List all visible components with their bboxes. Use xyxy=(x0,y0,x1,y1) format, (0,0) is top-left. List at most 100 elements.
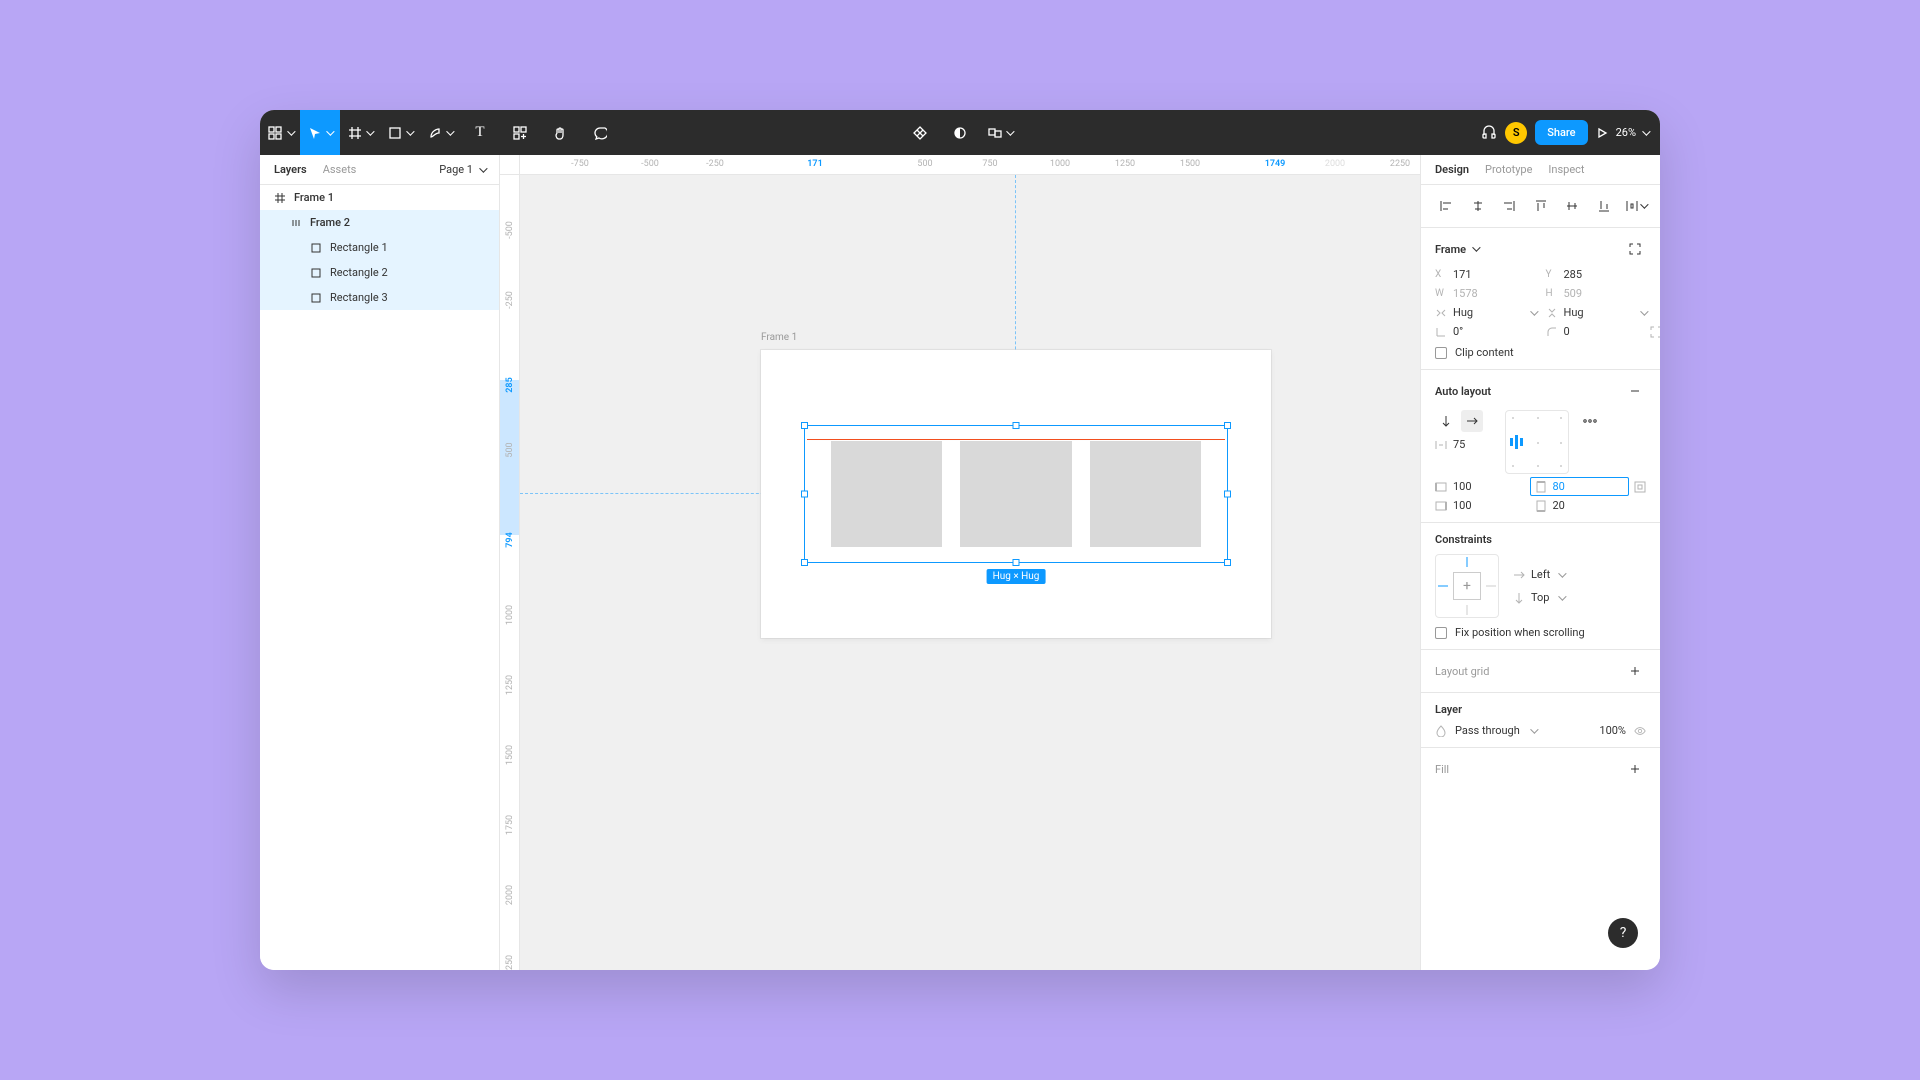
alignment-grid[interactable] xyxy=(1505,410,1569,474)
height-field[interactable]: H509 xyxy=(1546,287,1647,300)
app-window: T S Share 26% Layers xyxy=(260,110,1660,970)
present-button[interactable] xyxy=(1596,110,1608,155)
radius-field[interactable]: 0 xyxy=(1546,325,1647,338)
padding-top-field[interactable]: 80 xyxy=(1530,477,1630,496)
spacing-field[interactable]: 75 xyxy=(1435,438,1495,451)
frame-section-title[interactable]: Frame xyxy=(1435,243,1478,256)
artboard-label[interactable]: Frame 1 xyxy=(761,332,797,343)
radius-icon xyxy=(1546,326,1558,338)
width-mode-field[interactable]: Hug xyxy=(1435,306,1536,319)
padding-left-field[interactable]: 100 xyxy=(1435,480,1525,493)
auto-layout-section: Auto layout 75 xyxy=(1421,370,1660,523)
resize-handle[interactable] xyxy=(801,559,808,566)
layer-rectangle-3[interactable]: Rectangle 3 xyxy=(260,285,499,310)
constraint-v-field[interactable]: Top xyxy=(1513,591,1564,604)
tab-prototype[interactable]: Prototype xyxy=(1485,163,1532,176)
individual-padding-button[interactable] xyxy=(1634,481,1646,493)
auto-layout-title: Auto layout xyxy=(1435,385,1491,398)
share-button[interactable]: Share xyxy=(1535,120,1587,145)
fill-title: Fill xyxy=(1435,763,1449,776)
component-icon[interactable] xyxy=(900,110,940,155)
canvas[interactable]: -750-500-2501715007501000125015001749200… xyxy=(500,155,1420,970)
visibility-icon[interactable] xyxy=(1634,725,1646,737)
remove-auto-layout-button[interactable] xyxy=(1624,380,1646,402)
tab-inspect[interactable]: Inspect xyxy=(1548,163,1584,176)
align-bottom-button[interactable] xyxy=(1593,195,1615,217)
text-tool[interactable]: T xyxy=(460,110,500,155)
ruler-vertical: -500-25028550079410001250150017502000225… xyxy=(500,175,520,970)
independent-corners-button[interactable] xyxy=(1650,326,1660,338)
resize-handle[interactable] xyxy=(1224,559,1231,566)
align-left-button[interactable] xyxy=(1435,195,1457,217)
page-selector[interactable]: Page 1 xyxy=(439,163,485,176)
height-mode-field[interactable]: Hug xyxy=(1546,306,1647,319)
resize-handle[interactable] xyxy=(801,491,808,498)
constraints-section: Constraints + Left Top Fix position when… xyxy=(1421,523,1660,650)
fill-section: Fill xyxy=(1421,748,1660,790)
frame-tool[interactable] xyxy=(340,110,380,155)
avatar[interactable]: S xyxy=(1505,122,1527,144)
layer-frame-2[interactable]: Frame 2 xyxy=(260,210,499,235)
add-layout-grid-button[interactable] xyxy=(1624,660,1646,682)
direction-vertical-button[interactable] xyxy=(1435,410,1457,432)
constraints-widget[interactable]: + xyxy=(1435,554,1499,618)
layer-rectangle-1[interactable]: Rectangle 1 xyxy=(260,235,499,260)
mask-icon[interactable] xyxy=(940,110,980,155)
align-top-button[interactable] xyxy=(1530,195,1552,217)
selection-box[interactable]: Hug × Hug xyxy=(804,425,1228,563)
padding-bottom-field[interactable]: 20 xyxy=(1535,499,1625,512)
rotation-field[interactable]: 0° xyxy=(1435,325,1536,338)
pen-tool[interactable] xyxy=(420,110,460,155)
tab-layers[interactable]: Layers xyxy=(274,163,307,176)
resize-handle[interactable] xyxy=(1013,559,1020,566)
x-field[interactable]: X171 xyxy=(1435,268,1536,281)
resize-handle[interactable] xyxy=(1224,422,1231,429)
layer-frame-1[interactable]: Frame 1 xyxy=(260,185,499,210)
resize-handle[interactable] xyxy=(801,422,808,429)
selection-content xyxy=(831,441,1201,547)
resize-handle[interactable] xyxy=(1013,422,1020,429)
blend-icon xyxy=(1435,725,1447,737)
arrow-h-icon xyxy=(1513,569,1525,581)
direction-horizontal-button[interactable] xyxy=(1461,410,1483,432)
resize-to-fit-button[interactable] xyxy=(1624,238,1646,260)
arrow-v-icon xyxy=(1513,592,1525,604)
move-tool[interactable] xyxy=(300,110,340,155)
layer-title: Layer xyxy=(1435,703,1462,716)
constraint-h-field[interactable]: Left xyxy=(1513,568,1564,581)
tab-assets[interactable]: Assets xyxy=(323,163,357,176)
audio-icon[interactable] xyxy=(1481,110,1497,155)
zoom-control[interactable]: 26% xyxy=(1616,126,1648,139)
tab-design[interactable]: Design xyxy=(1435,163,1469,176)
layer-rectangle-2[interactable]: Rectangle 2 xyxy=(260,260,499,285)
opacity-field[interactable]: 100% xyxy=(1599,724,1626,737)
ruler-corner xyxy=(500,155,520,175)
resize-handle[interactable] xyxy=(1224,491,1231,498)
multiplayer-icon[interactable] xyxy=(980,110,1020,155)
menu-button[interactable] xyxy=(260,110,300,155)
constraints-title: Constraints xyxy=(1435,533,1492,546)
align-hcenter-button[interactable] xyxy=(1467,195,1489,217)
layout-grid-title: Layout grid xyxy=(1435,665,1489,678)
shape-tool[interactable] xyxy=(380,110,420,155)
width-field[interactable]: W1578 xyxy=(1435,287,1536,300)
pad-v-icon xyxy=(1535,500,1547,512)
align-right-button[interactable] xyxy=(1498,195,1520,217)
comment-tool[interactable] xyxy=(580,110,620,155)
add-fill-button[interactable] xyxy=(1624,758,1646,780)
auto-layout-more-button[interactable] xyxy=(1579,410,1601,432)
align-section xyxy=(1421,185,1660,228)
fix-position-checkbox[interactable]: Fix position when scrolling xyxy=(1435,626,1646,639)
clip-content-checkbox[interactable]: Clip content xyxy=(1435,346,1646,359)
left-panel: Layers Assets Page 1 Frame 1 Frame 2 Rec… xyxy=(260,155,500,970)
padding-right-field[interactable]: 100 xyxy=(1435,499,1525,512)
frame-section: Frame X171 Y285 W1578 H509 Hug Hug 0° 0 xyxy=(1421,228,1660,370)
resources-tool[interactable] xyxy=(500,110,540,155)
align-vcenter-button[interactable] xyxy=(1561,195,1583,217)
help-button[interactable]: ? xyxy=(1608,918,1638,948)
distribute-button[interactable] xyxy=(1624,195,1646,217)
hand-tool[interactable] xyxy=(540,110,580,155)
y-field[interactable]: Y285 xyxy=(1546,268,1647,281)
rectangle-icon xyxy=(310,292,322,304)
blend-mode-field[interactable]: Pass through xyxy=(1455,724,1591,737)
